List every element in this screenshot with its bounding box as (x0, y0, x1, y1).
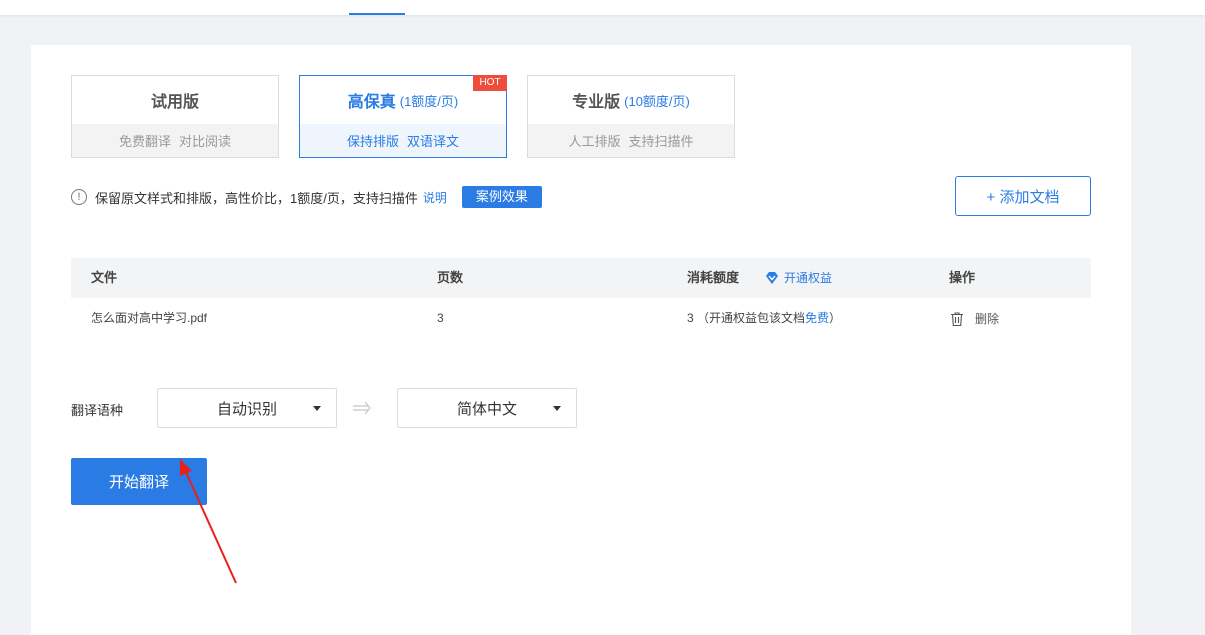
info-icon: ! (71, 189, 87, 205)
plan-price: (10额度/页) (624, 93, 690, 109)
plan-feature: 支持扫描件 (628, 134, 694, 149)
header-pages: 页数 (437, 270, 464, 285)
case-example-button[interactable]: 案例效果 (461, 186, 542, 208)
plan-title: 高保真 (347, 94, 396, 111)
delete-button[interactable]: 删除 (949, 298, 999, 340)
header-file: 文件 (91, 270, 118, 285)
diamond-icon (766, 272, 778, 284)
plan-feature: 对比阅读 (179, 134, 232, 149)
table-row: 怎么面对高中学习.pdf 3 3 （开通权益包该文档免费） 删除 (71, 298, 1091, 340)
active-tab-indicator (349, 13, 405, 15)
plan-feature: 人工排版 (568, 134, 621, 149)
start-translation-button[interactable]: 开始翻译 (71, 458, 207, 505)
header-ops: 操作 (949, 270, 976, 285)
plan-description: 保留原文样式和排版，高性价比，1额度/页，支持扫描件 (95, 190, 418, 206)
cost-value: 3 （开通权益包该文档免费） (687, 298, 841, 338)
explanation-link[interactable]: 说明 (423, 189, 447, 206)
plan-card-professional[interactable]: 专业版 (10额度/页) 人工排版 支持扫描件 (527, 75, 735, 158)
plan-info-line: ! 保留原文样式和排版，高性价比，1额度/页，支持扫描件 说明 案例效果 (71, 185, 542, 209)
open-benefits-label: 开通权益 (784, 271, 833, 285)
page-count: 3 (437, 311, 444, 325)
cost-text: 3 （开通权益包该文档 (687, 311, 806, 325)
translation-language-label: 翻译语种 (71, 403, 124, 418)
file-table-header: 文件 页数 消耗额度 开通权益 操作 (71, 258, 1091, 298)
swap-arrow-icon (353, 401, 371, 415)
source-language-select[interactable]: 自动识别 (157, 388, 337, 428)
plan-card-trial[interactable]: 试用版 免费翻译 对比阅读 (71, 75, 279, 158)
plan-title: 专业版 (572, 94, 621, 111)
open-benefits-link[interactable]: 开通权益 (765, 258, 832, 298)
plan-feature: 保持排版 (346, 134, 399, 149)
plan-card-high-fidelity[interactable]: HOT 高保真 (1额度/页) 保持排版 双语译文 (299, 75, 507, 158)
file-name: 怎么面对高中学习.pdf (91, 311, 208, 325)
target-language-select[interactable]: 简体中文 (397, 388, 577, 428)
top-navigation-bar (0, 0, 1205, 15)
translation-panel: 试用版 免费翻译 对比阅读 HOT 高保真 (1额度/页) 保持排版 双语译文 … (31, 45, 1131, 635)
plan-title: 试用版 (150, 94, 199, 111)
delete-label: 删除 (975, 312, 1000, 326)
hot-badge: HOT (473, 75, 507, 91)
cost-suffix: ） (829, 311, 842, 325)
caret-down-icon (313, 406, 321, 411)
trash-icon (951, 312, 963, 327)
add-document-button[interactable]: + 添加文档 (955, 176, 1091, 216)
free-label: 免费 (805, 311, 830, 325)
source-language-value: 自动识别 (216, 400, 277, 418)
header-cost: 消耗额度 (687, 270, 740, 285)
caret-down-icon (553, 406, 561, 411)
plan-feature: 双语译文 (407, 134, 460, 149)
plan-price: (1额度/页) (399, 93, 459, 109)
target-language-value: 简体中文 (456, 400, 517, 418)
plan-feature: 免费翻译 (118, 134, 171, 149)
